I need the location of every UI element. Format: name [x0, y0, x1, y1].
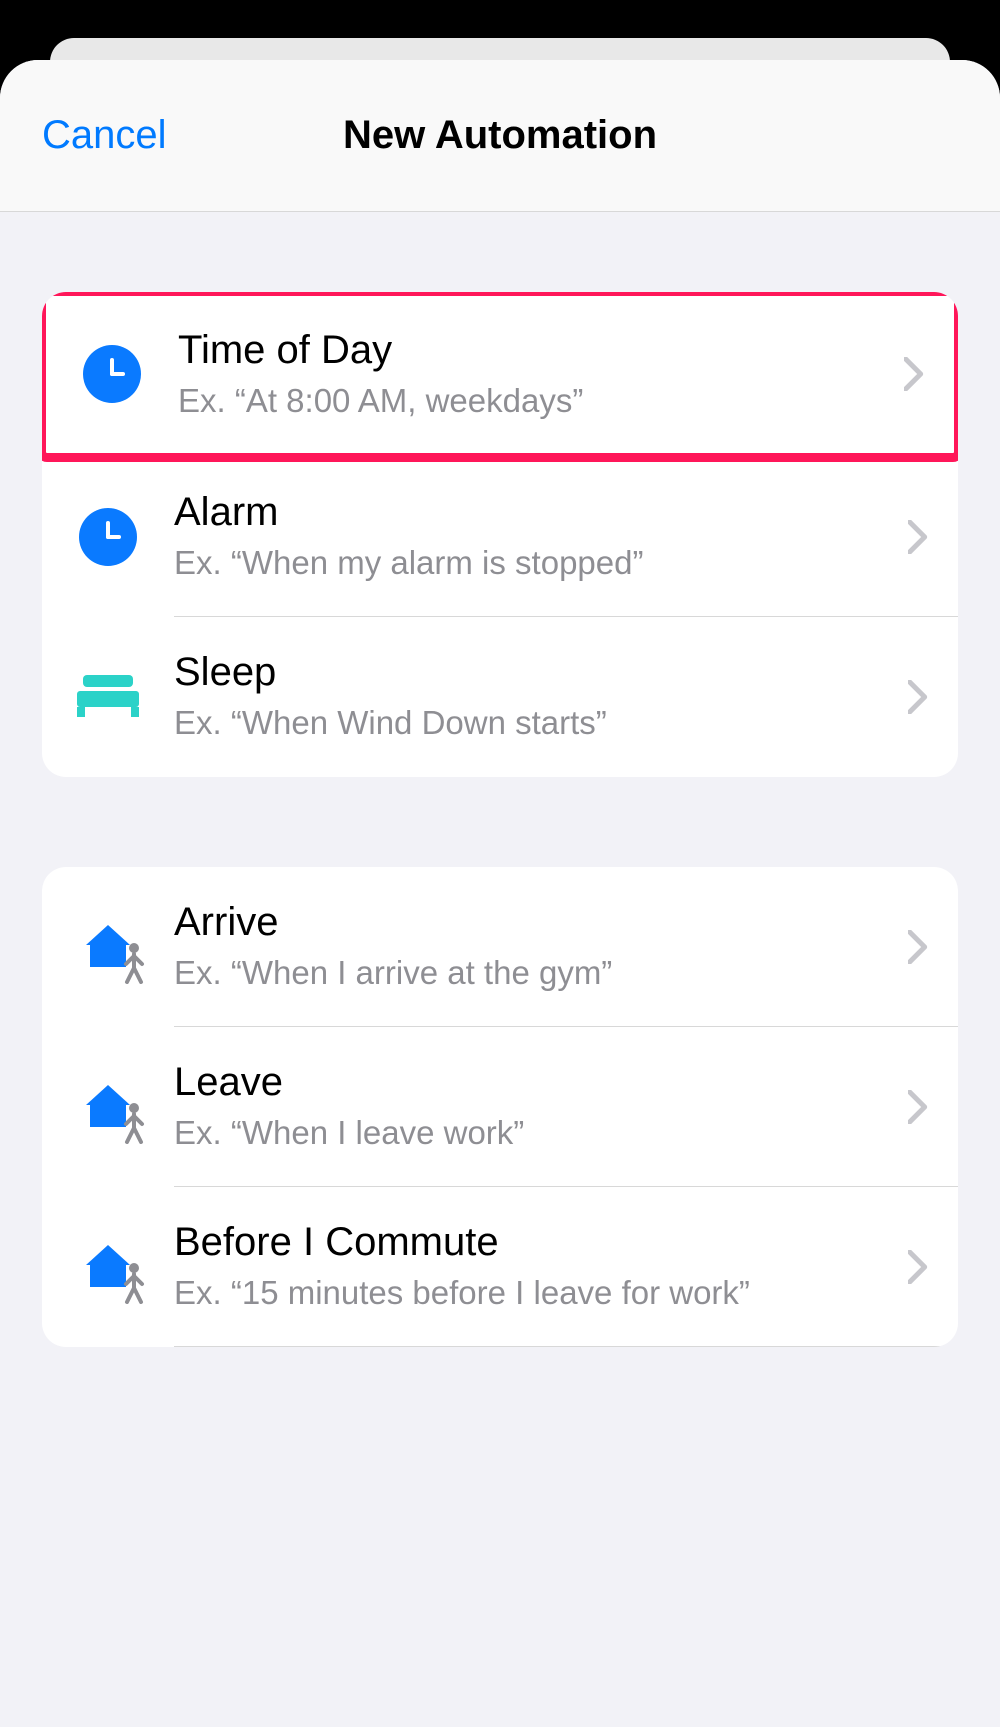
chevron-right-icon	[908, 1090, 928, 1124]
home-arrive-icon	[72, 911, 144, 983]
row-title: Arrive	[174, 898, 888, 946]
row-subtitle: Ex. “At 8:00 AM, weekdays”	[178, 380, 884, 423]
row-text: Sleep Ex. “When Wind Down starts”	[174, 648, 908, 745]
cancel-button[interactable]: Cancel	[42, 113, 167, 158]
row-subtitle: Ex. “When I arrive at the gym”	[174, 952, 888, 995]
row-text: Leave Ex. “When I leave work”	[174, 1058, 908, 1155]
divider	[174, 1346, 958, 1347]
row-text: Before I Commute Ex. “15 minutes before …	[174, 1218, 908, 1315]
chevron-right-icon	[904, 357, 924, 391]
clock-icon	[76, 338, 148, 410]
clock-icon	[72, 501, 144, 573]
chevron-right-icon	[908, 930, 928, 964]
row-subtitle: Ex. “When my alarm is stopped”	[174, 542, 888, 585]
row-title: Before I Commute	[174, 1218, 888, 1266]
home-commute-icon	[72, 1231, 144, 1303]
modal-header: Cancel New Automation	[0, 60, 1000, 212]
trigger-row-leave[interactable]: Leave Ex. “When I leave work”	[42, 1027, 958, 1187]
trigger-row-arrive[interactable]: Arrive Ex. “When I arrive at the gym”	[42, 867, 958, 1027]
row-text: Alarm Ex. “When my alarm is stopped”	[174, 488, 908, 585]
chevron-right-icon	[908, 520, 928, 554]
row-title: Sleep	[174, 648, 888, 696]
trigger-row-alarm[interactable]: Alarm Ex. “When my alarm is stopped”	[42, 457, 958, 617]
chevron-right-icon	[908, 1250, 928, 1284]
row-subtitle: Ex. “When I leave work”	[174, 1112, 888, 1155]
trigger-group-location: Arrive Ex. “When I arrive at the gym”	[42, 867, 958, 1347]
trigger-group-time: Time of Day Ex. “At 8:00 AM, weekdays” A…	[42, 292, 958, 777]
row-text: Arrive Ex. “When I arrive at the gym”	[174, 898, 908, 995]
row-title: Leave	[174, 1058, 888, 1106]
person-icon	[120, 1262, 148, 1309]
trigger-row-before-commute[interactable]: Before I Commute Ex. “15 minutes before …	[42, 1187, 958, 1347]
chevron-right-icon	[908, 680, 928, 714]
row-title: Alarm	[174, 488, 888, 536]
row-subtitle: Ex. “When Wind Down starts”	[174, 702, 888, 745]
content-area: Time of Day Ex. “At 8:00 AM, weekdays” A…	[0, 212, 1000, 1347]
trigger-row-time-of-day[interactable]: Time of Day Ex. “At 8:00 AM, weekdays”	[42, 292, 958, 462]
row-subtitle: Ex. “15 minutes before I leave for work”	[174, 1272, 888, 1315]
person-icon	[120, 1102, 148, 1149]
modal-sheet: Cancel New Automation Time of Day Ex. “A…	[0, 60, 1000, 1727]
trigger-row-sleep[interactable]: Sleep Ex. “When Wind Down starts”	[42, 617, 958, 777]
person-icon	[120, 942, 148, 989]
row-title: Time of Day	[178, 326, 884, 374]
home-leave-icon	[72, 1071, 144, 1143]
row-text: Time of Day Ex. “At 8:00 AM, weekdays”	[178, 326, 904, 423]
bed-icon	[72, 661, 144, 733]
